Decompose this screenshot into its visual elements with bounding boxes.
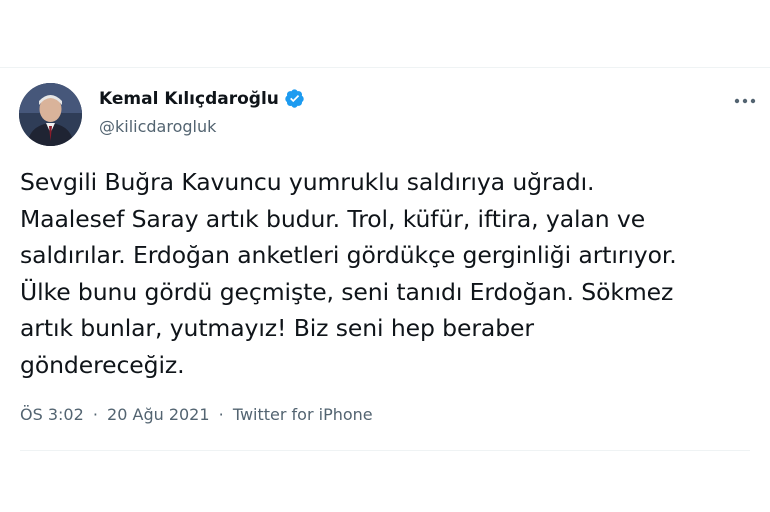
author-display-name-row[interactable]: Kemal Kılıçdaroğlu: [99, 88, 305, 109]
meta-separator: ·: [218, 405, 224, 424]
top-divider: [0, 67, 770, 68]
tweet-source[interactable]: Twitter for iPhone: [233, 405, 373, 424]
tweet-metadata: ÖS 3:02 · 20 Ağu 2021 · Twitter for iPho…: [20, 405, 373, 424]
tweet-time[interactable]: ÖS 3:02: [20, 405, 84, 424]
author-handle[interactable]: @kilicdarogluk: [99, 117, 216, 136]
tweet-text-line: Ülke bunu gördü geçmişte, seni tanıdı Er…: [20, 277, 674, 306]
tweet-text-line: Maalesef Saray artık budur. Trol, küfür,…: [20, 204, 646, 233]
tweet-text-line: göndereceğiz.: [20, 350, 185, 379]
tweet-date[interactable]: 20 Ağu 2021: [107, 405, 210, 424]
avatar-portrait: [19, 83, 82, 146]
meta-separator: ·: [92, 405, 98, 424]
author-display-name[interactable]: Kemal Kılıçdaroğlu: [99, 89, 279, 109]
bottom-divider: [20, 450, 750, 451]
tweet-text-line: saldırılar. Erdoğan anketleri gördükçe g…: [20, 241, 677, 269]
avatar[interactable]: [19, 83, 82, 146]
verified-badge-icon: [284, 88, 305, 109]
tweet-text: Sevgili Buğra Kavuncu yumruklu saldırıya…: [20, 164, 760, 383]
more-options-icon[interactable]: [731, 91, 759, 111]
tweet-text-line: Sevgili Buğra Kavuncu yumruklu saldırıya…: [20, 168, 595, 196]
tweet-text-line: artık bunlar, yutmayız! Biz seni hep ber…: [20, 314, 534, 342]
